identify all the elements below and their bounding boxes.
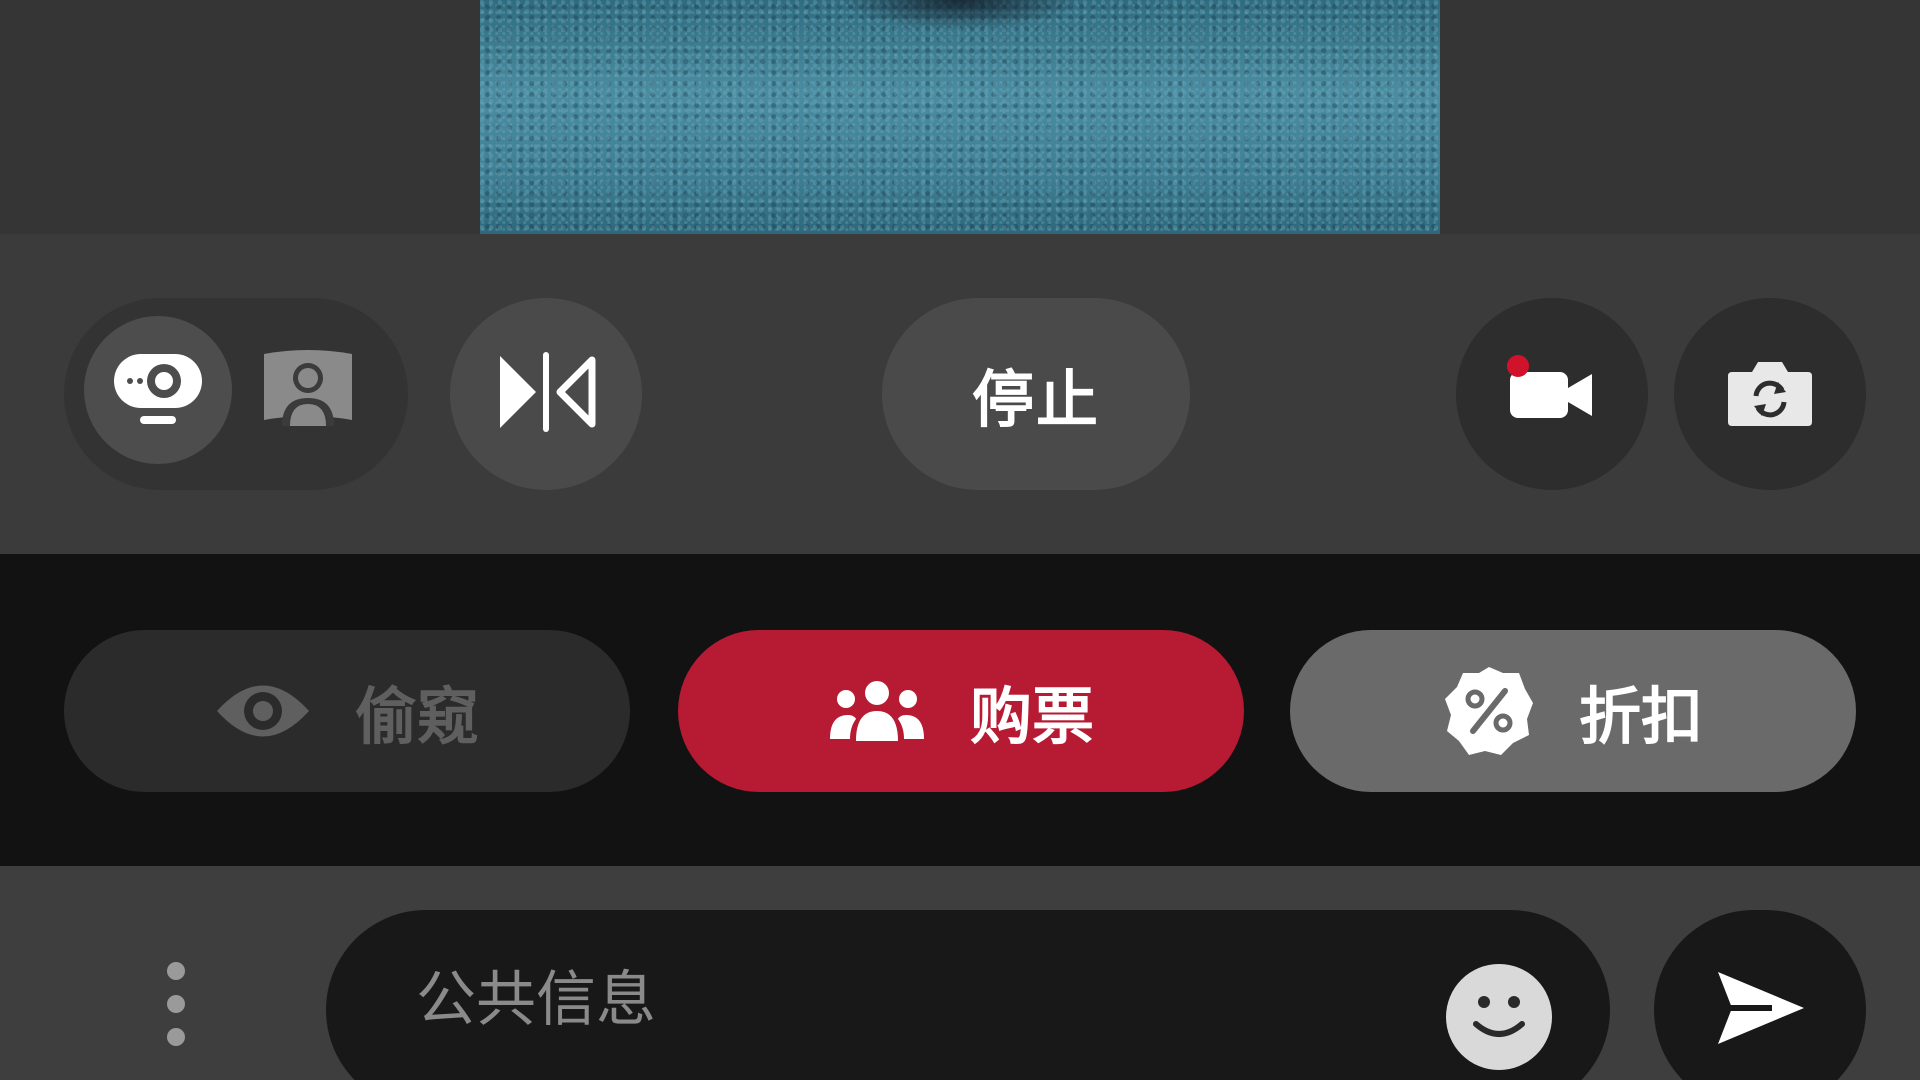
more-vertical-icon [167,962,185,980]
stop-button[interactable]: 停止 [882,298,1190,490]
action-bar: 偷窥 购票 折扣 [0,554,1920,866]
switch-camera-button[interactable] [1674,298,1866,490]
percent-badge-icon [1443,665,1535,757]
discount-label: 折扣 [1578,680,1703,753]
peek-label: 偷窥 [354,680,479,753]
portrait-icon [260,340,356,440]
message-box [326,910,1610,1080]
group-icon [828,679,926,743]
record-video-icon [1504,352,1600,436]
send-button[interactable] [1654,910,1866,1080]
record-video-button[interactable] [1456,298,1648,490]
more-vertical-icon-dot [167,995,185,1013]
video-preview [480,0,1440,234]
camera-control-bar: 停止 [0,234,1920,554]
more-vertical-icon-dot [167,1028,185,1046]
video-area [0,0,1920,234]
app-root: 停止 偷窥 购票 折扣 公共信息 [0,0,1920,1080]
mirror-button[interactable] [450,298,642,490]
discount-button[interactable]: 折扣 [1290,630,1856,792]
mirror-flip-icon [494,350,598,438]
portrait-mode-button[interactable] [234,316,382,464]
emoji-button[interactable] [1446,964,1552,1070]
buy-tickets-button[interactable]: 购票 [678,630,1244,792]
eye-icon [215,680,311,742]
webcam-mode-button[interactable] [84,316,232,464]
send-icon [1712,968,1808,1052]
peek-button[interactable]: 偷窥 [64,630,630,792]
public-message-input[interactable] [416,950,1396,1050]
more-options-button[interactable] [136,962,216,1080]
webcam-icon [110,340,206,440]
chat-bar [0,866,1920,1080]
stop-button-label: 停止 [971,363,1100,436]
camera-mode-toggle [64,298,408,490]
emoji-icon [1446,962,1552,1072]
switch-camera-icon [1724,354,1816,434]
buy-tickets-label: 购票 [969,680,1094,753]
